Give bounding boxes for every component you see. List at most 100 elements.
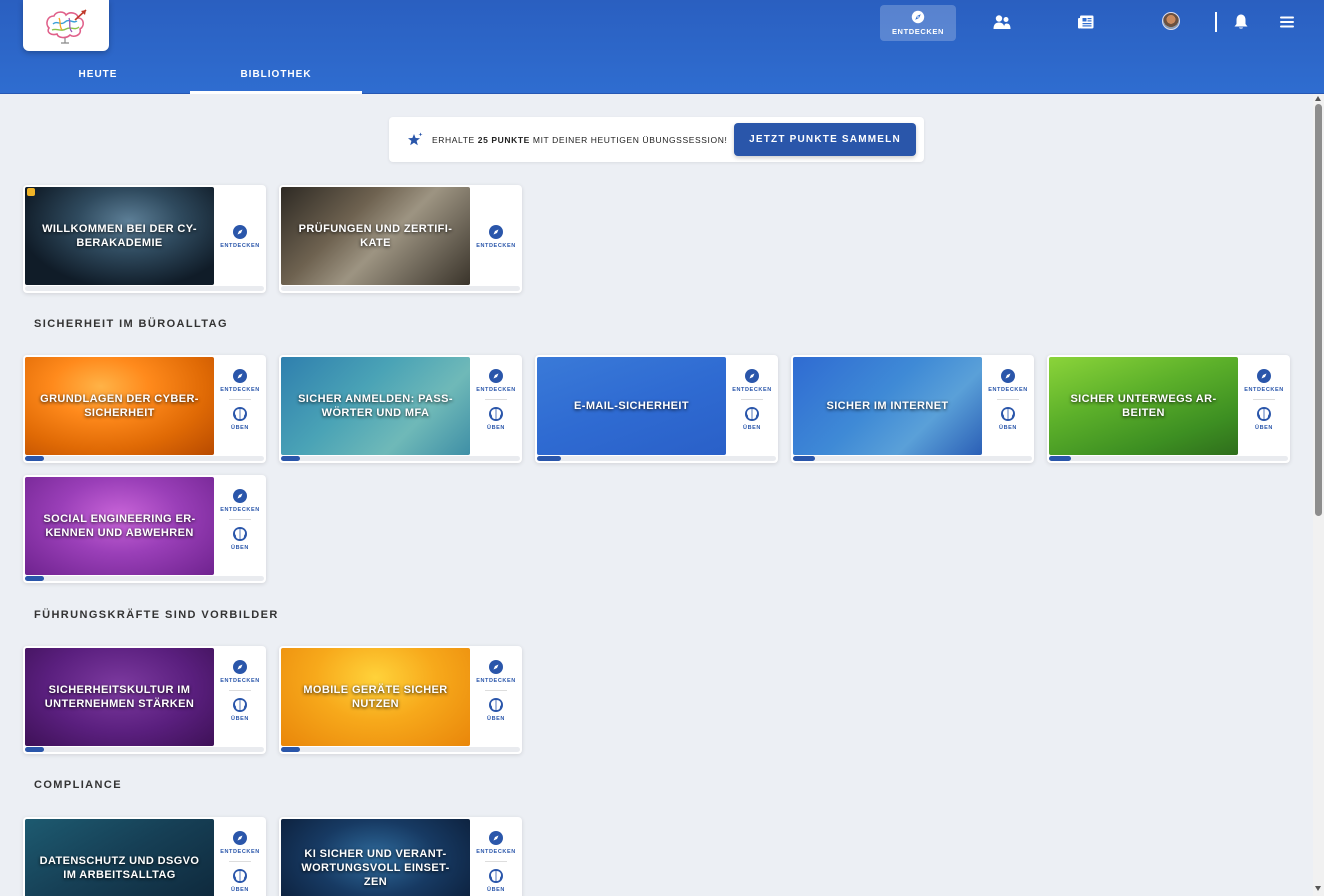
card-actions: ENTDECKEN — [470, 185, 522, 285]
card-actions: ENTDECKEN ÜBEN — [214, 646, 266, 746]
action-divider — [229, 861, 251, 862]
brain-logo-icon — [46, 8, 87, 44]
course-title: E-MAIL-SICHERHEIT — [574, 400, 689, 412]
course-card[interactable]: MOBILE GERÄTE SICHER NUTZEN ••• ENTDECKEN Ü… — [279, 646, 522, 754]
progress-fill — [281, 747, 301, 752]
brain-icon — [1000, 407, 1015, 421]
practice-button[interactable]: ÜBEN — [231, 527, 249, 551]
brain-icon — [1256, 407, 1271, 421]
brain-icon — [744, 407, 759, 421]
course-title: SOCIAL ENGINEERING ER-KENNEN UND ABWEHRE… — [43, 513, 196, 539]
scroll-up-arrow-icon[interactable] — [1315, 96, 1321, 101]
users-icon[interactable] — [991, 11, 1013, 33]
nav-entdecken-button[interactable]: ENTDECKEN — [880, 5, 956, 41]
compass-icon — [233, 489, 247, 503]
practice-button[interactable]: ÜBEN — [487, 869, 505, 893]
compass-icon — [233, 369, 247, 383]
progress-fill — [281, 456, 301, 461]
card-actions: ENTDECKEN ÜBEN — [726, 355, 778, 455]
practice-label: ÜBEN — [231, 887, 249, 893]
course-card[interactable]: PRÜFUNGEN UND ZERTIFI-KATE ••• ENTDECKEN — [279, 185, 522, 293]
course-title: SICHER UNTERWEGS AR-BEITEN — [1070, 393, 1217, 419]
practice-button[interactable]: ÜBEN — [999, 407, 1017, 431]
brain-icon — [232, 527, 247, 541]
explore-label: ENTDECKEN — [220, 387, 260, 393]
scrollbar-thumb[interactable] — [1315, 104, 1322, 516]
course-card[interactable]: E-MAIL-SICHERHEIT ••• ENTDECKEN ÜBEN — [535, 355, 778, 463]
progress-bar — [537, 456, 776, 461]
tab-heute[interactable]: HEUTE — [22, 60, 174, 94]
course-card[interactable]: KI SICHER UND VERANT-WORTUNGSVOLL EINSET… — [279, 817, 522, 896]
progress-bar — [281, 286, 520, 291]
practice-button[interactable]: ÜBEN — [231, 407, 249, 431]
practice-button[interactable]: ÜBEN — [231, 869, 249, 893]
explore-button[interactable]: ENTDECKEN — [220, 831, 260, 855]
explore-button[interactable]: ENTDECKEN — [220, 369, 260, 393]
course-title: SICHERHEITSKULTUR IM UNTERNEHMEN STÄRKEN — [44, 684, 195, 710]
course-card[interactable]: GRUNDLAGEN DER CYBER-SICHERHEIT ••• ENTDEC… — [23, 355, 266, 463]
practice-button[interactable]: ÜBEN — [487, 698, 505, 722]
progress-bar — [281, 456, 520, 461]
card-actions: ENTDECKEN ÜBEN — [470, 355, 522, 455]
course-card[interactable]: SICHER IM INTERNET ••• ENTDECKEN ÜBEN — [791, 355, 1034, 463]
course-title: SICHER IM INTERNET — [826, 400, 949, 412]
scroll-down-arrow-icon[interactable] — [1315, 886, 1321, 891]
course-image: SICHER IM INTERNET — [793, 357, 982, 455]
promo-points: 25 Punkte — [477, 134, 530, 145]
course-card[interactable]: SICHER ANMELDEN: PASS-WÖRTER UND MFA ••• E… — [279, 355, 522, 463]
practice-button[interactable]: ÜBEN — [231, 698, 249, 722]
card-actions: ENTDECKEN — [214, 185, 266, 285]
progress-fill — [1049, 456, 1071, 461]
progress-bar — [281, 747, 520, 752]
explore-label: ENTDECKEN — [732, 387, 772, 393]
bell-icon[interactable] — [1230, 11, 1252, 33]
compass-icon — [233, 660, 247, 674]
action-divider — [229, 690, 251, 691]
practice-label: ÜBEN — [1255, 425, 1273, 431]
explore-label: ENTDECKEN — [476, 678, 516, 684]
explore-button[interactable]: ENTDECKEN — [220, 489, 260, 513]
practice-label: ÜBEN — [487, 716, 505, 722]
promo-text: Erhalte 25 Punkte mit deiner heutigen Üb… — [432, 134, 728, 145]
tab-label: BIBLIOTHEK — [240, 69, 312, 80]
collect-points-button[interactable]: JETZT PUNKTE SAMMELN — [734, 123, 916, 156]
course-card[interactable]: SICHER UNTERWEGS AR-BEITEN ••• ENTDECKEN ÜB… — [1047, 355, 1290, 463]
practice-button[interactable]: ÜBEN — [1255, 407, 1273, 431]
explore-button[interactable]: ENTDECKEN — [1244, 369, 1284, 393]
explore-button[interactable]: ENTDECKEN — [220, 225, 260, 249]
nav-divider — [1215, 12, 1217, 32]
practice-label: ÜBEN — [743, 425, 761, 431]
brain-icon — [488, 407, 503, 421]
user-avatar[interactable] — [1162, 12, 1180, 30]
tab-bibliothek[interactable]: BIBLIOTHEK — [190, 60, 362, 94]
app-logo[interactable] — [23, 0, 109, 51]
explore-label: ENTDECKEN — [220, 678, 260, 684]
explore-button[interactable]: ENTDECKEN — [988, 369, 1028, 393]
news-icon[interactable] — [1075, 11, 1097, 33]
progress-fill — [793, 456, 815, 461]
explore-button[interactable]: ENTDECKEN — [476, 225, 516, 249]
action-divider — [485, 690, 507, 691]
course-image: PRÜFUNGEN UND ZERTIFI-KATE — [281, 187, 470, 285]
menu-icon[interactable] — [1276, 11, 1298, 33]
explore-button[interactable]: ENTDECKEN — [476, 831, 516, 855]
course-card[interactable]: SICHERHEITSKULTUR IM UNTERNEHMEN STÄRKEN… — [23, 646, 266, 754]
course-card[interactable]: WILLKOMMEN BEI DER CY-BERAKADEMIE ••• EN… — [23, 185, 266, 293]
course-card[interactable]: DATENSCHUTZ UND DSGVO IM ARBEITSALLTAG ••… — [23, 817, 266, 896]
brain-icon — [488, 869, 503, 883]
explore-button[interactable]: ENTDECKEN — [476, 369, 516, 393]
explore-label: ENTDECKEN — [220, 507, 260, 513]
progress-bar — [793, 456, 1032, 461]
explore-button[interactable]: ENTDECKEN — [220, 660, 260, 684]
card-actions: ENTDECKEN ÜBEN — [1238, 355, 1290, 455]
explore-button[interactable]: ENTDECKEN — [732, 369, 772, 393]
explore-label: ENTDECKEN — [1244, 387, 1284, 393]
practice-label: ÜBEN — [487, 425, 505, 431]
compass-icon — [233, 225, 247, 239]
explore-button[interactable]: ENTDECKEN — [476, 660, 516, 684]
tab-label: HEUTE — [78, 69, 118, 80]
practice-button[interactable]: ÜBEN — [487, 407, 505, 431]
course-card[interactable]: SOCIAL ENGINEERING ER-KENNEN UND ABWEHRE… — [23, 475, 266, 583]
compass-icon — [489, 831, 503, 845]
practice-button[interactable]: ÜBEN — [743, 407, 761, 431]
